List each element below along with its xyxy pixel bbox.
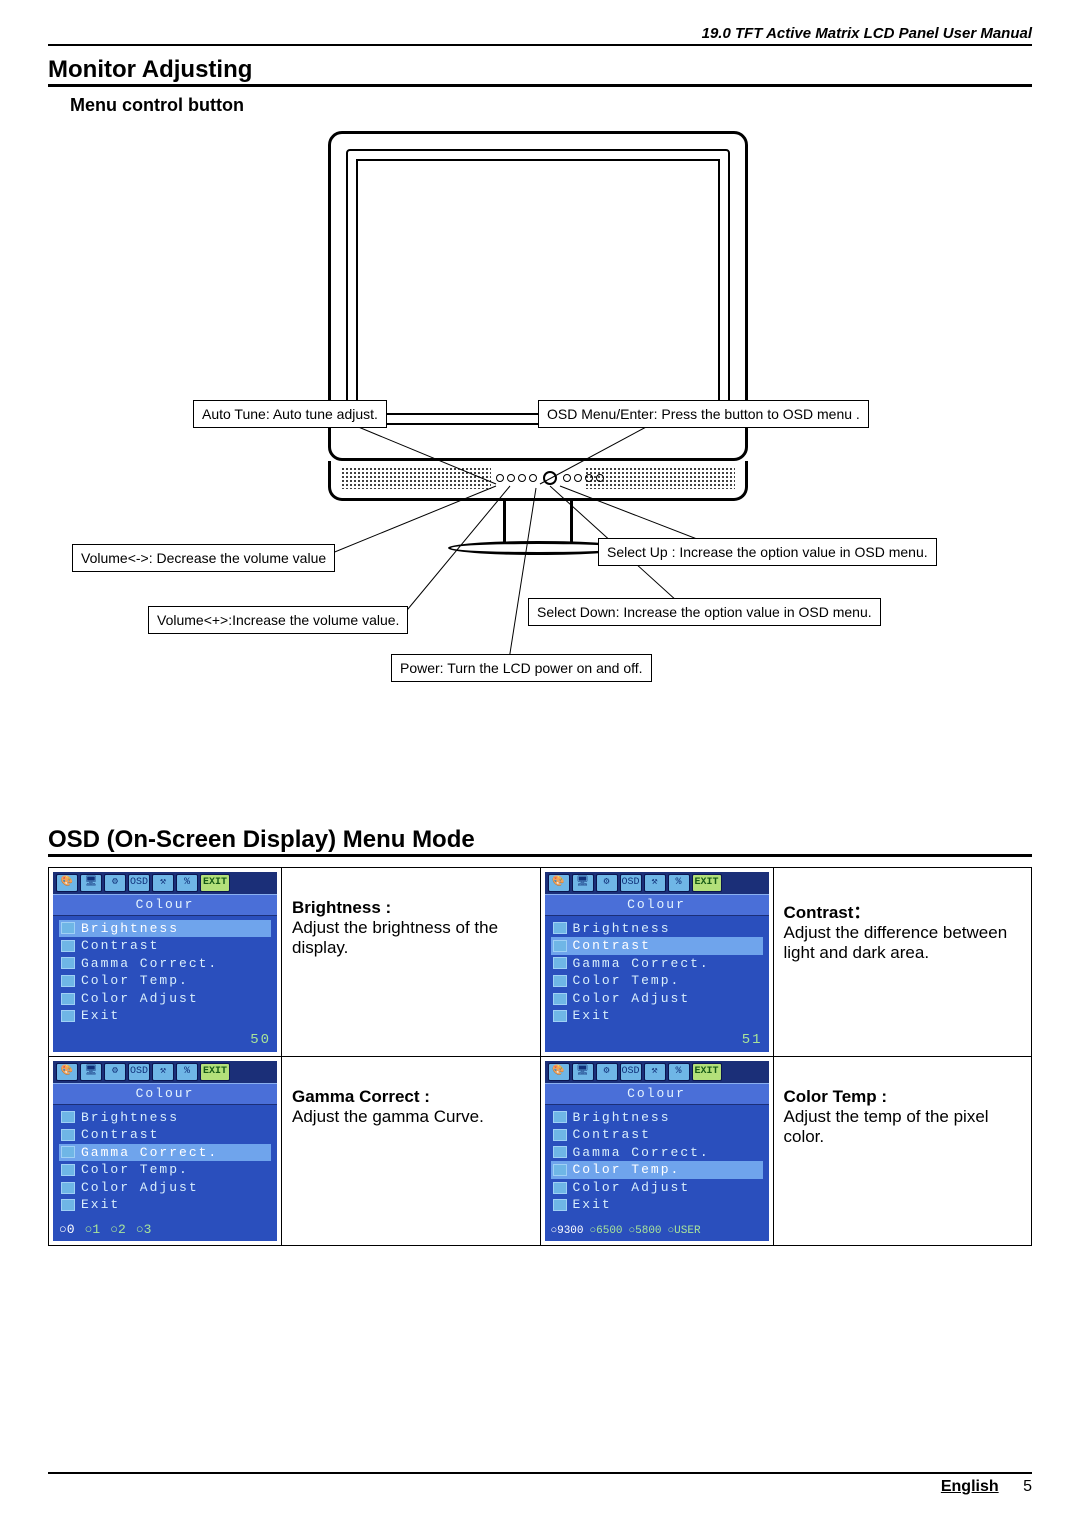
osd-panel-colortemp: 🎨🖥⚙OSD⚒%EXIT Colour Brightness Contrast … — [545, 1061, 769, 1241]
footer-page-number: 5 — [1023, 1478, 1032, 1495]
osd-label-brightness: Brightness : — [292, 898, 391, 917]
osd-desc-colortemp: Adjust the temp of the pixel color. — [784, 1107, 989, 1146]
osd-table: 🎨🖥⚙OSD⚒%EXIT Colour Brightness Contrast … — [48, 867, 1032, 1246]
callout-osd-menu: OSD Menu/Enter: Press the button to OSD … — [538, 400, 869, 428]
page-footer: English 5 — [48, 1472, 1032, 1496]
osd-desc-contrast: Adjust the difference between light and … — [784, 923, 1008, 962]
callout-select-down: Select Down: Increase the option value i… — [528, 598, 881, 626]
osd-panel-gamma: 🎨🖥⚙OSD⚒%EXIT Colour Brightness Contrast … — [53, 1061, 277, 1241]
osd-desc-brightness: Adjust the brightness of the display. — [292, 918, 498, 957]
osd-label-colortemp: Color Temp : — [784, 1087, 888, 1106]
osd-panel-brightness: 🎨🖥⚙OSD⚒%EXIT Colour Brightness Contrast … — [53, 872, 277, 1052]
subsection-menu-control: Menu control button — [70, 95, 1032, 116]
table-row: 🎨🖥⚙OSD⚒%EXIT Colour Brightness Contrast … — [49, 868, 1032, 1057]
monitor-illustration — [328, 131, 748, 551]
table-row: 🎨🖥⚙OSD⚒%EXIT Colour Brightness Contrast … — [49, 1057, 1032, 1246]
osd-label-gamma: Gamma Correct : — [292, 1087, 430, 1106]
osd-label-contrast: Contrast： — [784, 903, 871, 922]
monitor-diagram: Auto Tune: Auto tune adjust. OSD Menu/En… — [48, 126, 1032, 776]
osd-desc-gamma: Adjust the gamma Curve. — [292, 1107, 484, 1126]
osd-panel-contrast: 🎨🖥⚙OSD⚒%EXIT Colour Brightness Contrast … — [545, 872, 769, 1052]
section-title-osd: OSD (On-Screen Display) Menu Mode — [48, 826, 1032, 857]
document-header: 19.0 TFT Active Matrix LCD Panel User Ma… — [48, 25, 1032, 46]
footer-language: English — [941, 1478, 999, 1495]
callout-volume-down: Volume<->: Decrease the volume value — [72, 544, 335, 572]
callout-select-up: Select Up : Increase the option value in… — [598, 538, 937, 566]
callout-power: Power: Turn the LCD power on and off. — [391, 654, 652, 682]
callout-auto-tune: Auto Tune: Auto tune adjust. — [193, 400, 387, 428]
callout-volume-up: Volume<+>:Increase the volume value. — [148, 606, 408, 634]
section-title-monitor-adjusting: Monitor Adjusting — [48, 56, 1032, 87]
